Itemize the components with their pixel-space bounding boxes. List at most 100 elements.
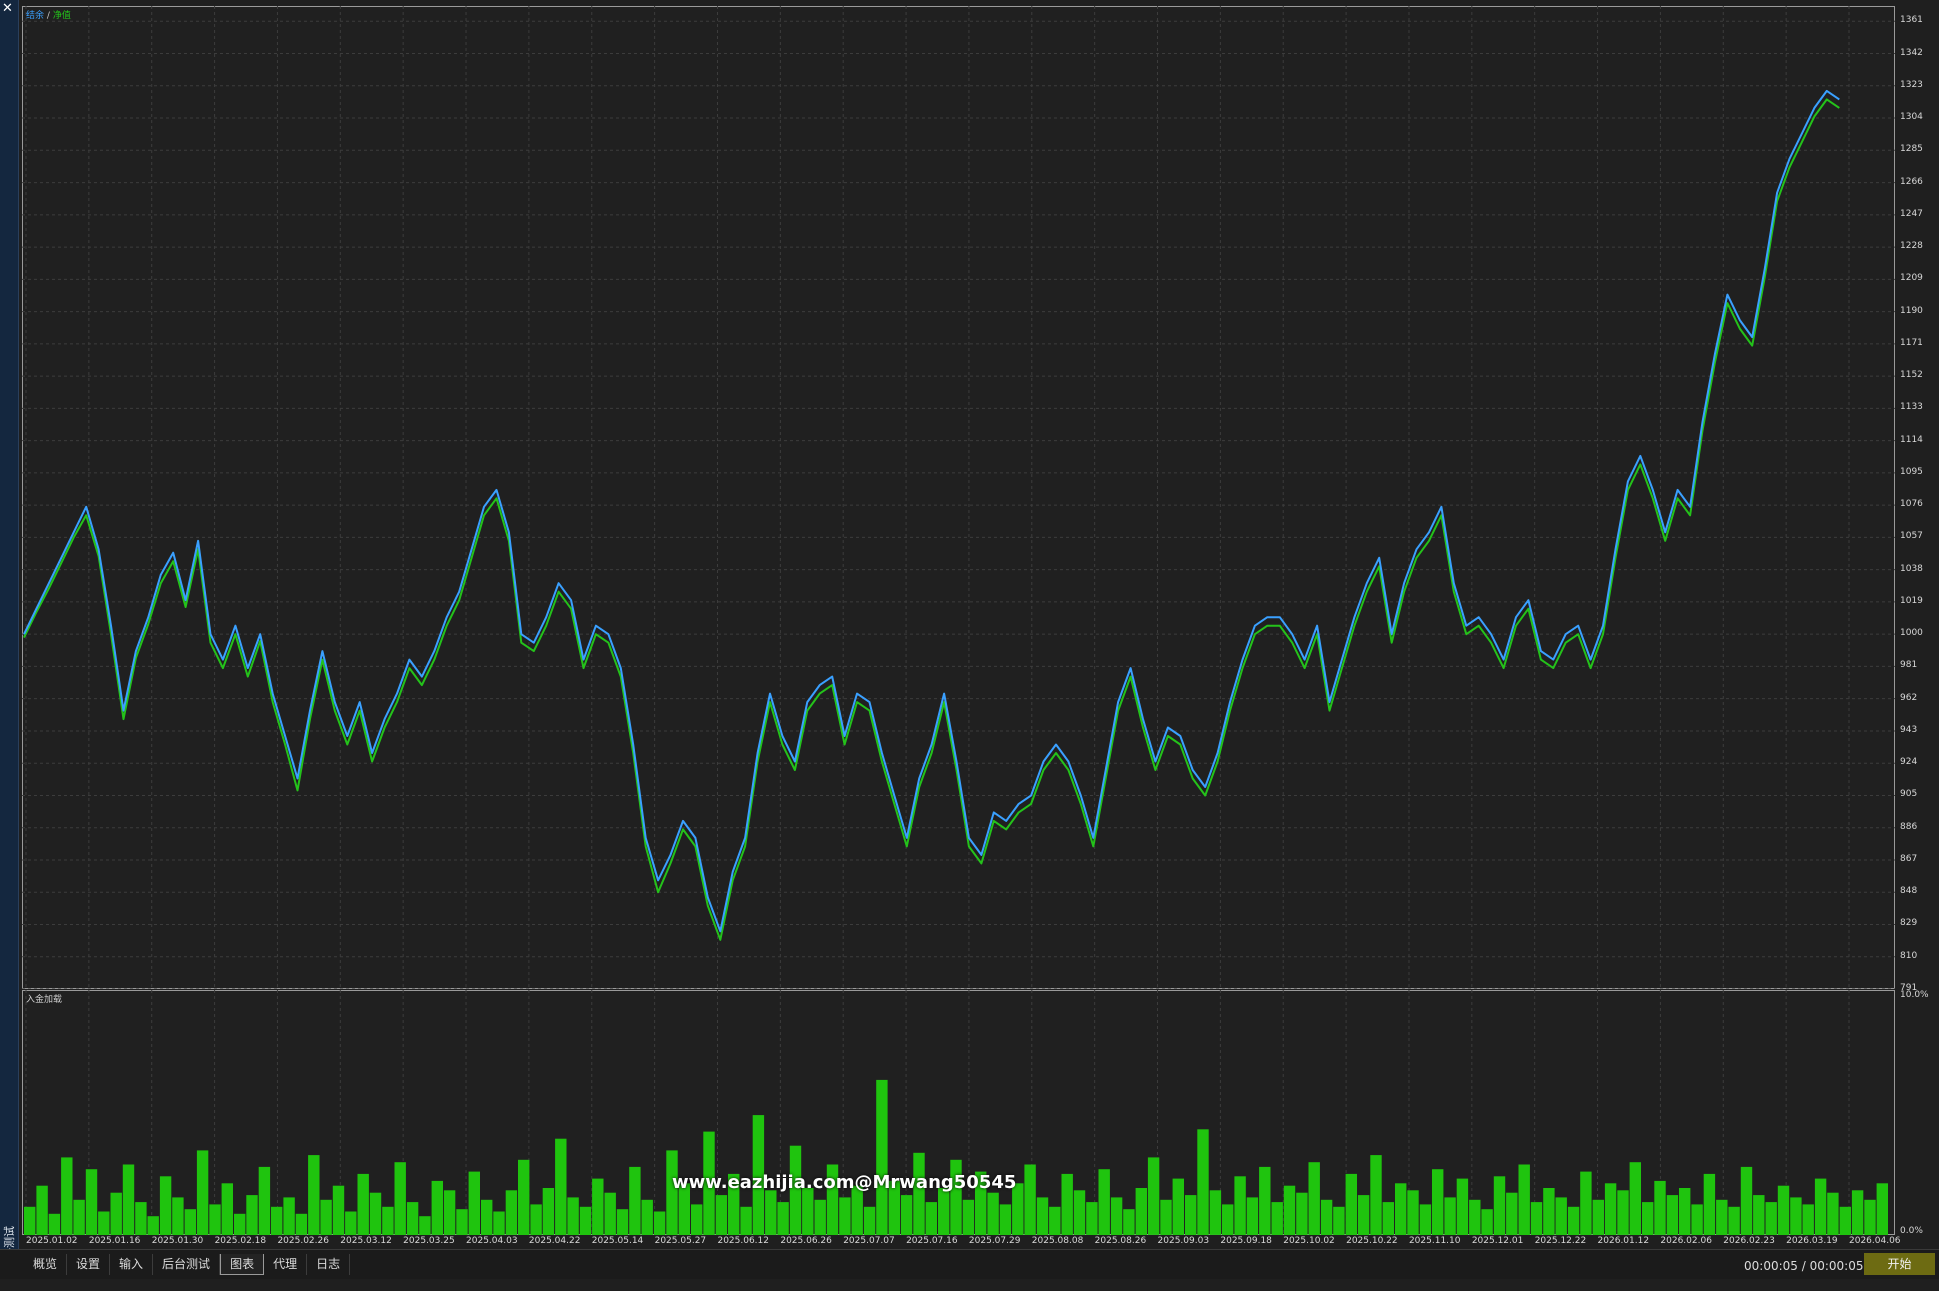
tab-5[interactable]: 代理 [264,1254,308,1275]
legend-balance: 结余 [26,11,45,21]
deposit-load-bar [1567,1206,1580,1235]
close-icon[interactable]: ✕ [2,2,13,16]
x-tick-label: 2025.02.18 [214,1236,267,1246]
deposit-load-bar [1320,1199,1333,1235]
equity-series-line [23,98,1840,941]
deposit-load-bar [851,1185,863,1235]
y-tick-label: 1304 [1900,112,1923,123]
deposit-load-bar [987,1192,999,1235]
deposit-load-bar [1283,1185,1296,1235]
deposit-load-bar [1518,1164,1530,1235]
tab-0[interactable]: 概览 [24,1254,68,1275]
deposit-load-bar [1851,1190,1864,1235]
deposit-load-bar [567,1197,579,1235]
tab-4[interactable]: 图表 [220,1254,265,1275]
deposit-load-bar [925,1202,937,1235]
deposit-load-bar [481,1199,493,1235]
deposit-load-bar [85,1169,98,1235]
deposit-load-bar [1592,1199,1604,1235]
deposit-load-bar [209,1204,221,1235]
legend-equity: 净值 [52,11,71,21]
x-tick-label: 2025.06.26 [780,1236,832,1246]
indicator-label: 入金加载 [26,995,63,1005]
deposit-load-bar [172,1197,184,1235]
y-tick-label: 1171 [1900,337,1923,348]
deposit-load-bar [1036,1197,1049,1235]
balance-equity-chart [22,6,1895,989]
tab-strip: 概览 设置 输入 后台测试 图表 代理 日志 [24,1254,351,1275]
y-tick-label: 829 [1900,918,1918,929]
deposit-load-bar [246,1195,258,1235]
y-tick-label: 1323 [1900,79,1923,90]
x-tick-label: 2025.11.10 [1408,1236,1461,1246]
deposit-load-bar [1481,1209,1493,1235]
deposit-load-bar [999,1204,1012,1235]
deposit-load-bar [295,1213,308,1235]
deposit-load-bar [542,1188,555,1235]
deposit-load-bar [406,1202,419,1235]
x-tick-label: 2025.07.07 [843,1236,895,1246]
deposit-load-bar [1790,1197,1802,1235]
deposit-load-bar [1839,1206,1851,1235]
deposit-load-bar [1604,1183,1617,1235]
y-tick-label: 867 [1900,853,1918,864]
y-tick-label: 848 [1900,886,1918,897]
deposit-load-bar [258,1166,271,1235]
deposit-load-bar [1370,1155,1382,1235]
deposit-load-bar [1580,1171,1592,1235]
price-axis: 1361 1342 1323 1304 1285 1266 1247 1228 1209 1190… [1896,0,1939,1240]
chart-legend: 结余 / 净值 [26,8,71,21]
deposit-load-bar [394,1162,406,1235]
deposit-load-bar [1185,1195,1197,1235]
y-tick-label: 1247 [1900,208,1923,219]
deposit-load-bar [900,1195,913,1235]
deposit-load-bar [777,1202,789,1235]
deposit-load-bar [913,1152,925,1235]
tab-6[interactable]: 日志 [307,1254,351,1275]
deposit-load-bar [616,1209,629,1235]
deposit-load-bar [1666,1195,1679,1235]
deposit-load-bar [1197,1129,1209,1235]
deposit-load-bar [1098,1169,1110,1235]
start-button[interactable]: 开始 [1864,1253,1935,1275]
deposit-load-bar [1395,1183,1407,1235]
y-tick-label: 1190 [1900,305,1923,316]
y-tick-label: 1342 [1900,47,1923,58]
y-tick-label: 1019 [1900,595,1923,606]
deposit-load-bar [1271,1202,1283,1235]
x-tick-label: 2025.09.18 [1220,1236,1272,1246]
deposit-load-bar [1555,1197,1567,1235]
deposit-load-bar [24,1206,36,1235]
x-tick-label: 2025.10.02 [1283,1236,1335,1246]
tab-3[interactable]: 后台测试 [153,1254,221,1275]
deposit-load-bar [1703,1173,1716,1235]
deposit-load-bar [938,1188,950,1235]
deposit-load-bar [1110,1197,1123,1235]
ind-y-tick-label: 0.0% [1900,1226,1923,1236]
balance-series-line [23,89,1840,933]
deposit-load-bar [357,1173,369,1235]
tab-2[interactable]: 输入 [110,1254,154,1275]
deposit-load-bar [814,1199,826,1235]
deposit-load-bar [1814,1178,1827,1235]
deposit-load-bar [1123,1209,1135,1235]
y-tick-label: 981 [1900,660,1918,671]
deposit-load-bar [332,1185,345,1235]
x-tick-label: 2025.08.26 [1094,1236,1147,1246]
deposit-load-bar [1407,1190,1419,1235]
deposit-load-bar [604,1192,616,1235]
y-tick-label: 1038 [1900,563,1923,574]
deposit-load-bar [1802,1204,1814,1235]
deposit-load-bar [48,1213,61,1235]
y-tick-label: 905 [1900,789,1918,800]
deposit-load-bar [505,1190,518,1235]
deposit-load-bar [345,1211,357,1235]
deposit-load-bar [740,1206,752,1235]
deposit-load-bar [456,1209,468,1235]
deposit-load-bar [1691,1204,1703,1235]
y-tick-label: 1361 [1900,15,1923,26]
tab-1[interactable]: 设置 [67,1254,111,1275]
deposit-load-bar [308,1155,320,1235]
deposit-load-bar [1444,1197,1456,1235]
x-tick-label: 2025.01.16 [88,1236,141,1246]
